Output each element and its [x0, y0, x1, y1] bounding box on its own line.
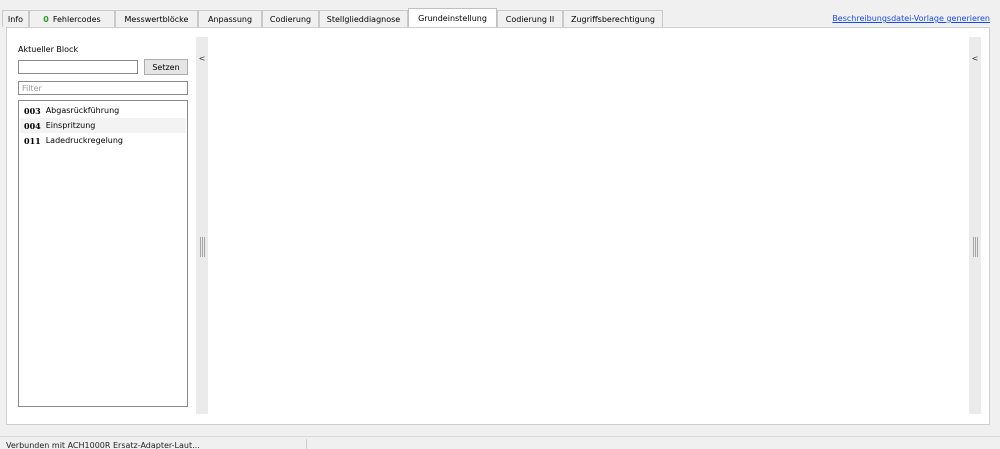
block-code: 004 — [24, 120, 41, 131]
current-block-input[interactable] — [18, 60, 138, 74]
tab-label: Codierung II — [505, 14, 555, 24]
tab-label: Zugriffsberechtigung — [571, 14, 655, 24]
tab-grundeinstellung[interactable]: Grundeinstellung — [408, 8, 497, 27]
right-splitter[interactable]: < — [969, 37, 981, 414]
tab-zugriffsberechtigung[interactable]: Zugriffsberechtigung — [563, 10, 663, 27]
tab-content-panel: Aktueller Block Setzen 003 Abgasrückführ… — [6, 27, 990, 425]
tab-label: Anpassung — [207, 14, 253, 24]
tab-stellglieddiagnose[interactable]: Stellglieddiagnose — [319, 10, 408, 27]
block-code: 003 — [24, 105, 41, 116]
collapse-right-icon[interactable]: < — [969, 54, 981, 63]
tab-codierung-ii[interactable]: Codierung II — [497, 10, 563, 27]
block-name: Einspritzung — [45, 121, 96, 130]
set-button[interactable]: Setzen — [144, 59, 188, 75]
splitter-grip-icon[interactable] — [971, 237, 979, 257]
generate-template-link[interactable]: Beschreibungsdatei-Vorlage generieren — [832, 14, 990, 23]
tab-fehlercodes[interactable]: 0 Fehlercodes — [29, 10, 115, 27]
block-list[interactable]: 003 Abgasrückführung 004 Einspritzung 01… — [18, 100, 188, 407]
tab-label: Codierung — [269, 14, 312, 24]
tab-label: Grundeinstellung — [418, 13, 487, 23]
block-name: Abgasrückführung — [45, 106, 120, 115]
list-item[interactable]: 004 Einspritzung — [20, 118, 186, 133]
filter-input[interactable] — [18, 81, 188, 95]
tab-info[interactable]: Info — [2, 10, 29, 27]
tab-anpassung[interactable]: Anpassung — [198, 10, 262, 27]
connection-status: Verbunden mit ACH1000R Ersatz-Adapter-La… — [6, 441, 200, 449]
tab-label: Fehlercodes — [52, 14, 101, 24]
tab-label: Info — [7, 14, 24, 24]
splitter-grip-icon[interactable] — [198, 237, 206, 257]
tab-messwertbloecke[interactable]: Messwertblöcke — [115, 10, 198, 27]
block-code: 011 — [24, 135, 41, 146]
list-item[interactable]: 011 Ladedruckregelung — [20, 133, 186, 148]
current-block-label: Aktueller Block — [18, 45, 79, 54]
status-bar: Verbunden mit ACH1000R Ersatz-Adapter-La… — [0, 436, 1000, 449]
tab-label: Messwertblöcke — [124, 14, 189, 24]
tab-label: Stellglieddiagnose — [326, 14, 401, 24]
list-item[interactable]: 003 Abgasrückführung — [20, 103, 186, 118]
tab-codierung[interactable]: Codierung — [262, 10, 319, 27]
status-divider — [306, 439, 307, 449]
collapse-left-icon[interactable]: < — [196, 54, 208, 63]
error-count-badge: 0 — [43, 14, 49, 24]
left-splitter[interactable]: < — [196, 37, 208, 414]
block-name: Ladedruckregelung — [45, 136, 124, 145]
